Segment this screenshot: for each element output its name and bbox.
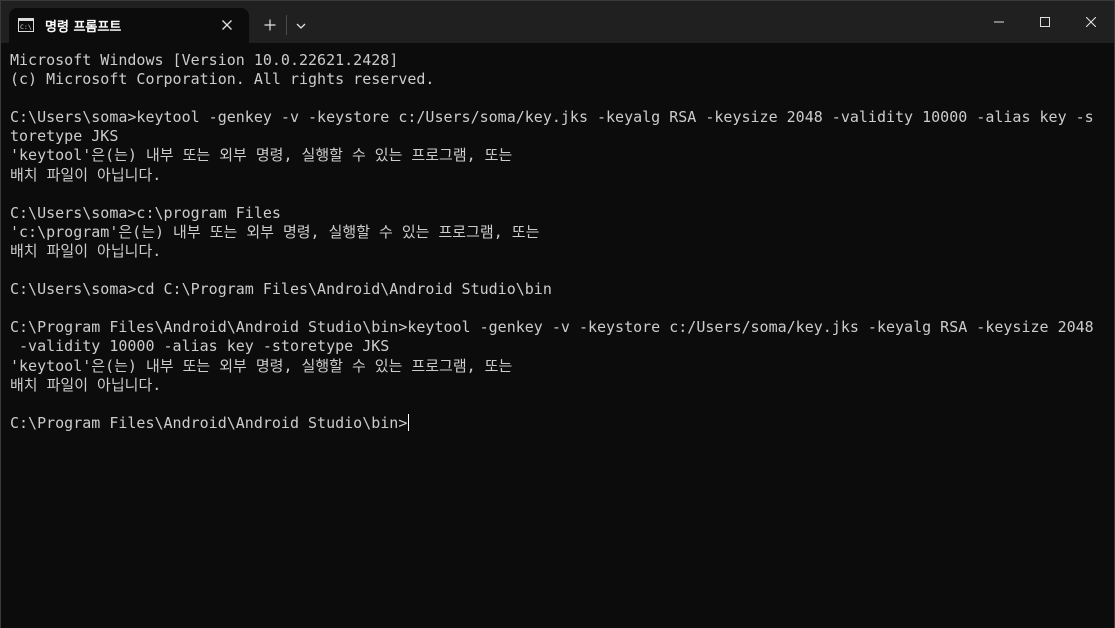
terminal-line: C:\Users\soma>keytool -genkey -v -keysto… — [10, 108, 1094, 127]
terminal-line: 배치 파일이 아닙니다. — [10, 241, 162, 260]
close-icon[interactable] — [219, 17, 235, 33]
maximize-icon — [1040, 17, 1050, 27]
svg-text:C:\: C:\ — [20, 23, 32, 31]
terminal-line: 'keytool'은(는) 내부 또는 외부 명령, 실행할 수 있는 프로그램… — [10, 146, 513, 165]
terminal-output[interactable]: Microsoft Windows [Version 10.0.22621.24… — [1, 43, 1114, 628]
maximize-button[interactable] — [1022, 1, 1068, 43]
terminal-line: 'c:\program'은(는) 내부 또는 외부 명령, 실행할 수 있는 프… — [10, 222, 540, 241]
minimize-button[interactable] — [976, 1, 1022, 43]
terminal-line: (c) Microsoft Corporation. All rights re… — [10, 70, 435, 89]
close-window-button[interactable] — [1068, 1, 1114, 43]
plus-icon[interactable] — [262, 17, 278, 33]
tab-divider — [286, 15, 287, 35]
terminal-line: C:\Users\soma>c:\program Files — [10, 203, 281, 222]
cmd-icon: C:\ — [18, 18, 34, 32]
chevron-down-icon[interactable] — [293, 18, 309, 34]
terminal-line: 배치 파일이 아닙니다. — [10, 375, 162, 394]
title-bar[interactable]: C:\ 명령 프롬프트 — [1, 1, 1114, 43]
terminal-line: C:\Program Files\Android\Android Studio\… — [10, 318, 1094, 337]
terminal-line: 배치 파일이 아닙니다. — [10, 165, 162, 184]
command-prompt-line[interactable]: C:\Program Files\Android\Android Studio\… — [10, 413, 1106, 433]
terminal-line: C:\Users\soma>cd C:\Program Files\Androi… — [10, 280, 552, 299]
terminal-line: Microsoft Windows [Version 10.0.22621.24… — [10, 51, 399, 69]
tab-command-prompt[interactable]: C:\ 명령 프롬프트 — [9, 8, 249, 43]
text-cursor — [408, 413, 410, 431]
terminal-window: C:\ 명령 프롬프트 Microsoft Windows [Version 1… — [0, 0, 1115, 628]
terminal-line: 'keytool'은(는) 내부 또는 외부 명령, 실행할 수 있는 프로그램… — [10, 356, 513, 375]
close-icon — [1086, 17, 1096, 27]
prompt-text: C:\Program Files\Android\Android Studio\… — [10, 413, 408, 432]
terminal-line: toretype JKS — [10, 127, 119, 146]
terminal-line: -validity 10000 -alias key -storetype JK… — [10, 337, 390, 356]
minimize-icon — [994, 21, 1004, 23]
tab-title: 명령 프롬프트 — [45, 20, 122, 35]
